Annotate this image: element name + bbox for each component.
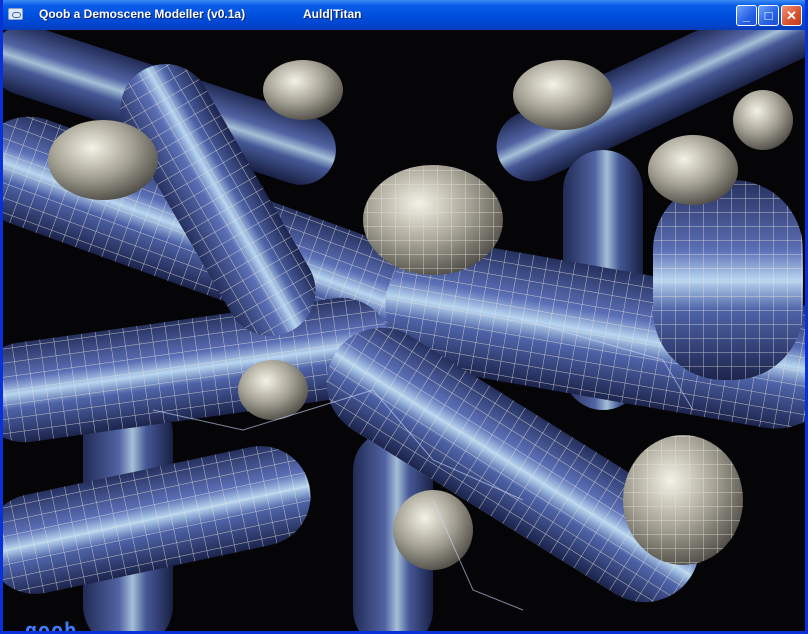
app-icon[interactable] [8,8,23,20]
3d-viewport[interactable]: qoob [3,30,805,634]
qoob-logo: qoob [25,618,78,634]
minimize-button[interactable]: _ [736,5,757,26]
window-credits: Auld|Titan [303,7,362,21]
close-button[interactable]: ✕ [781,5,802,26]
title-bar[interactable]: Qoob a Demoscene Modeller (v0.1a) Auld|T… [3,0,805,30]
window-title: Qoob a Demoscene Modeller (v0.1a) [39,7,246,21]
maximize-button[interactable]: □ [758,5,779,26]
viewport-render [3,30,805,631]
app-window: Qoob a Demoscene Modeller (v0.1a) Auld|T… [0,0,808,634]
